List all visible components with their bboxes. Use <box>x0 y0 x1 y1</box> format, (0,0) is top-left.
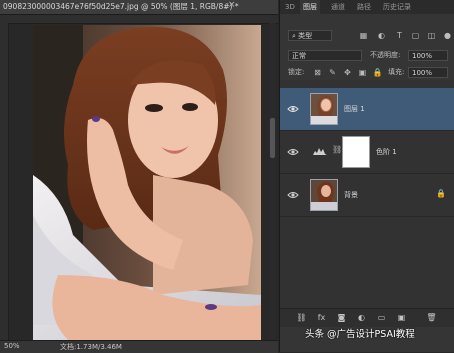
new-layer-icon[interactable]: ▣ <box>396 313 407 323</box>
panel-tabs: 3D 图层 通道 路径 历史记录 <box>280 0 454 14</box>
lock-brush-icon[interactable]: ✎ <box>327 67 338 78</box>
lock-artboard-icon[interactable]: ▣ <box>357 67 368 78</box>
tab-layers[interactable]: 图层 <box>300 0 320 14</box>
image-canvas[interactable] <box>33 25 261 340</box>
eye-icon[interactable] <box>287 147 299 157</box>
fill-value: 100% <box>412 69 433 77</box>
tab-3d[interactable]: 3D <box>282 0 298 14</box>
blend-row: 正常 不透明度: 100% <box>280 50 454 64</box>
layers-bottom-toolbar: ⛓ fx ◙ ◐ ▭ ▣ 🗑 <box>280 308 454 327</box>
status-bar: 50% 文档:1.73M/3.46M <box>0 340 278 353</box>
layer-row-layer1[interactable]: 图层 1 <box>280 88 454 131</box>
eye-icon[interactable] <box>287 104 299 114</box>
document-info[interactable]: 文档:1.73M/3.46M <box>60 342 122 352</box>
group-icon[interactable]: ▭ <box>376 313 387 323</box>
layer-row-levels1[interactable]: ⛓ 色阶 1 <box>280 131 454 174</box>
opacity-value: 100% <box>412 52 433 60</box>
adjustment-filter-icon[interactable]: ◐ <box>376 30 387 41</box>
eye-icon[interactable] <box>287 190 299 200</box>
layer-row-background[interactable]: 背景 🔒 <box>280 174 454 217</box>
opacity-label: 不透明度: <box>370 51 401 59</box>
trash-icon[interactable]: 🗑 <box>426 313 437 323</box>
adjustment-icon[interactable]: ◐ <box>356 313 367 323</box>
layers-list: 图层 1 ⛓ 色阶 1 背景 🔒 <box>280 80 454 308</box>
layers-panel-group: 3D 图层 通道 路径 历史记录 ⌕ 类型 ▦ ◐ T ▢ ◫ ● 正常 不透明… <box>279 0 454 352</box>
document-tab[interactable]: 0908230000034​67e76f50d25e7.jpg @ 50% (图… <box>0 0 278 15</box>
layer-name[interactable]: 图层 1 <box>344 104 365 114</box>
mask-icon[interactable]: ◙ <box>336 313 347 323</box>
fx-icon[interactable]: fx <box>316 313 327 323</box>
zoom-level[interactable]: 50% <box>4 342 20 350</box>
close-icon[interactable]: × <box>228 0 236 10</box>
pixel-filter-icon[interactable]: ▦ <box>358 30 369 41</box>
lock-transparent-icon[interactable]: ⊠ <box>312 67 323 78</box>
opacity-field[interactable]: 100% <box>408 50 448 61</box>
shape-filter-icon[interactable]: ▢ <box>410 30 421 41</box>
layer-name[interactable]: 背景 <box>344 190 358 200</box>
fill-field[interactable]: 100% <box>408 67 448 78</box>
link-icon[interactable]: ⛓ <box>296 313 307 323</box>
type-filter-icon[interactable]: T <box>394 30 405 41</box>
document-tab-title: 0908230000034​67e76f50d25e7.jpg @ 50% (图… <box>3 2 239 11</box>
tab-channels[interactable]: 通道 <box>328 0 348 14</box>
fill-label: 填充: <box>388 68 405 76</box>
search-icon: ⌕ <box>292 32 296 40</box>
watermark-text: 头条 @广告设计PSAI教程 <box>305 329 415 340</box>
scrollbar-thumb[interactable] <box>270 118 275 158</box>
lock-row: 锁定: ⊠ ✎ ✥ ▣ 🔒 填充: 100% <box>280 67 454 79</box>
lock-label: 锁定: <box>288 68 305 76</box>
layer-thumbnail <box>310 93 338 125</box>
lock-all-icon[interactable]: 🔒 <box>372 67 383 78</box>
layer-name[interactable]: 色阶 1 <box>376 147 397 157</box>
layer-filter-select[interactable]: ⌕ 类型 <box>288 30 332 41</box>
blend-mode-value: 正常 <box>292 52 306 60</box>
vertical-ruler <box>0 23 9 340</box>
lock-icon: 🔒 <box>436 189 446 198</box>
blend-mode-select[interactable]: 正常 <box>288 50 362 61</box>
document-area: 0908230000034​67e76f50d25e7.jpg @ 50% (图… <box>0 0 278 353</box>
levels-adjustment-icon <box>313 148 327 155</box>
horizontal-ruler <box>0 15 278 24</box>
mask-link-icon[interactable]: ⛓ <box>332 145 342 154</box>
smart-filter-icon[interactable]: ◫ <box>426 30 437 41</box>
tab-paths[interactable]: 路径 <box>354 0 374 14</box>
portrait-photo <box>33 25 261 340</box>
lock-move-icon[interactable]: ✥ <box>342 67 353 78</box>
tab-history[interactable]: 历史记录 <box>380 0 414 14</box>
vertical-scrollbar[interactable] <box>269 23 276 339</box>
layer-thumbnail <box>310 179 338 211</box>
filter-toggle-icon[interactable]: ● <box>442 30 453 41</box>
filter-label: 类型 <box>298 32 313 40</box>
layer-mask-thumbnail[interactable] <box>342 136 370 168</box>
filter-row: ⌕ 类型 ▦ ◐ T ▢ ◫ ● <box>280 30 454 44</box>
